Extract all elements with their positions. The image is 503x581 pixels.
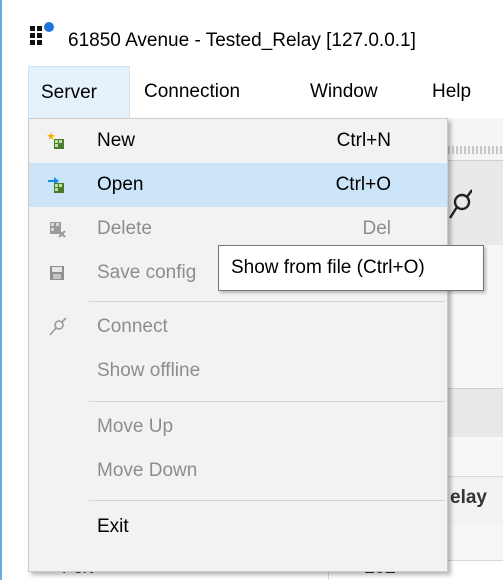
app-logo-icon	[30, 22, 54, 45]
menu-item-label: Show offline	[97, 360, 201, 381]
column-header-fragment: elay	[450, 487, 487, 508]
menu-item-connect[interactable]: Connect	[29, 305, 447, 349]
menu-connection[interactable]: Connection	[132, 66, 252, 118]
open-server-icon	[48, 177, 64, 193]
menu-bar: Server Connection Window Help	[28, 66, 503, 118]
menu-item-label: Delete	[97, 218, 152, 239]
menu-item-label: Exit	[97, 516, 129, 537]
menu-item-label: Move Down	[97, 460, 198, 481]
menu-item-label: New	[97, 130, 136, 151]
section-header	[448, 388, 503, 437]
menu-separator	[89, 301, 445, 302]
menu-item-shortcut: Ctrl+N	[336, 130, 391, 151]
menu-item-label: Open	[97, 174, 144, 195]
app-window: 61850 Avenue - Tested_Relay [127.0.0.1] …	[0, 0, 503, 581]
menu-item-show-offline[interactable]: Show offline	[29, 349, 447, 393]
new-server-icon	[47, 132, 64, 149]
window-title: 61850 Avenue - Tested_Relay [127.0.0.1]	[68, 30, 416, 51]
menu-item-new[interactable]: New Ctrl+N	[29, 119, 447, 163]
plug-icon	[49, 317, 67, 336]
open-tooltip: Show from file (Ctrl+O)	[218, 245, 484, 291]
title-bar[interactable]: 61850 Avenue - Tested_Relay [127.0.0.1]	[2, 0, 503, 66]
menu-item-move-down[interactable]: Move Down	[29, 449, 447, 493]
menu-item-label: Connect	[97, 316, 168, 337]
menu-item-move-up[interactable]: Move Up	[29, 405, 447, 449]
menu-item-open[interactable]: Open Ctrl+O	[29, 163, 447, 207]
save-icon	[50, 266, 64, 280]
server-menu-dropdown: New Ctrl+N Open Ctrl+O Delete Del Save c…	[28, 118, 448, 572]
menu-item-shortcut: Ctrl+O	[335, 174, 391, 195]
delete-server-icon	[50, 222, 66, 238]
menu-item-exit[interactable]: Exit	[29, 505, 447, 549]
connect-toolbar-icon[interactable]	[448, 188, 472, 228]
menu-help[interactable]: Help	[420, 66, 483, 118]
menu-separator	[89, 401, 445, 402]
menu-window[interactable]: Window	[298, 66, 390, 118]
toolbar-grip	[448, 146, 503, 154]
menu-item-label: Move Up	[97, 416, 174, 437]
property-header-row: elay	[448, 476, 503, 525]
menu-item-label: Save config	[97, 262, 197, 283]
menu-server[interactable]: Server	[28, 66, 130, 118]
menu-separator	[89, 500, 445, 501]
